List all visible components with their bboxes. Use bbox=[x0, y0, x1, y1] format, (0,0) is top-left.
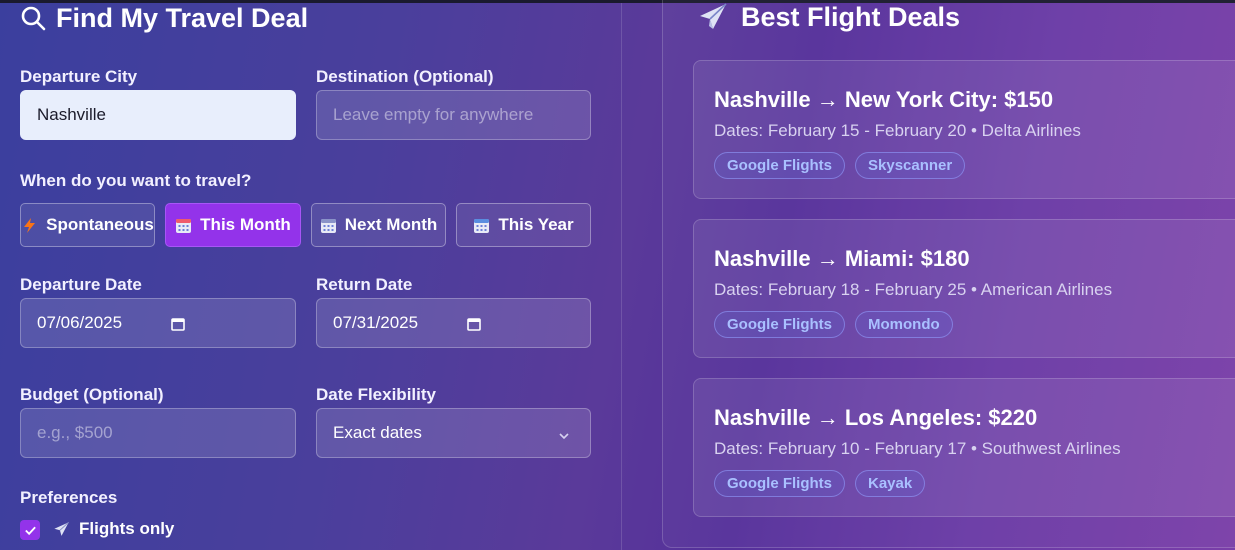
departure-date-value[interactable]: 07/06/2025 bbox=[37, 313, 122, 333]
flexibility-select[interactable]: Exact dates bbox=[316, 408, 591, 458]
departure-city-label: Departure City bbox=[20, 67, 138, 86]
option-spontaneous-button[interactable]: Spontaneous bbox=[20, 203, 155, 247]
deal-sources: Google Flights Momondo bbox=[714, 311, 953, 338]
option-label: This Year bbox=[498, 215, 574, 234]
deal-sources: Google Flights Kayak bbox=[714, 470, 926, 497]
return-date-label: Return Date bbox=[316, 275, 413, 294]
deal-route: Nashville → Miami: $180 bbox=[714, 246, 970, 271]
lightning-icon bbox=[21, 217, 38, 234]
airplane-icon bbox=[52, 520, 71, 539]
deal-route: Nashville → Los Angeles: $220 bbox=[714, 405, 1038, 430]
calendar-icon bbox=[175, 217, 192, 234]
return-date-field[interactable]: 07/31/2025 bbox=[316, 298, 591, 348]
panel-divider bbox=[621, 3, 622, 550]
deal-sources: Google Flights Skyscanner bbox=[714, 152, 966, 179]
source-tag[interactable]: Kayak bbox=[855, 470, 926, 497]
option-this-year-button[interactable]: This Year bbox=[456, 203, 591, 247]
deal-meta: Dates: February 10 - February 17 • South… bbox=[714, 439, 1121, 458]
when-label: When do you want to travel? bbox=[20, 171, 252, 190]
departure-date-field[interactable]: 07/06/2025 bbox=[20, 298, 296, 348]
flexibility-value: Exact dates bbox=[333, 423, 422, 442]
chevron-down-icon bbox=[558, 427, 570, 440]
option-label: Spontaneous bbox=[46, 215, 154, 234]
calendar-icon bbox=[473, 217, 490, 234]
source-tag[interactable]: Google Flights bbox=[714, 470, 845, 497]
destination-input[interactable] bbox=[333, 105, 574, 125]
flights-only-text: Flights only bbox=[79, 519, 175, 538]
flights-only-label[interactable]: Flights only bbox=[52, 519, 174, 539]
deal-meta: Dates: February 15 - February 20 • Delta… bbox=[714, 121, 1081, 140]
checkmark-icon bbox=[24, 526, 36, 535]
flights-only-checkbox[interactable] bbox=[20, 520, 40, 540]
source-tag[interactable]: Momondo bbox=[855, 311, 953, 338]
flexibility-label: Date Flexibility bbox=[316, 385, 436, 404]
deal-card[interactable]: Nashville → New York City: $150 Dates: F… bbox=[693, 60, 1235, 199]
source-tag[interactable]: Google Flights bbox=[714, 311, 845, 338]
calendar-icon bbox=[320, 217, 337, 234]
deal-card[interactable]: Nashville → Miami: $180 Dates: February … bbox=[693, 219, 1235, 358]
budget-field[interactable] bbox=[20, 408, 296, 458]
calendar-picker-icon[interactable] bbox=[467, 316, 481, 331]
search-icon bbox=[20, 5, 46, 31]
deal-card[interactable]: Nashville → Los Angeles: $220 Dates: Feb… bbox=[693, 378, 1235, 517]
results-title-text: Best Flight Deals bbox=[741, 1, 961, 32]
source-tag[interactable]: Skyscanner bbox=[855, 152, 966, 179]
search-title: Find My Travel Deal bbox=[20, 0, 308, 36]
search-panel: Find My Travel Deal Departure City Desti… bbox=[0, 0, 622, 550]
option-label: Next Month bbox=[344, 215, 438, 234]
departure-city-field[interactable] bbox=[20, 90, 296, 140]
destination-field[interactable] bbox=[316, 90, 591, 140]
budget-input[interactable] bbox=[37, 423, 279, 443]
airplane-icon bbox=[697, 1, 729, 33]
deal-route: Nashville → New York City: $150 bbox=[714, 87, 1054, 112]
preferences-label: Preferences bbox=[20, 488, 118, 507]
calendar-picker-icon[interactable] bbox=[171, 316, 185, 331]
results-title: Best Flight Deals bbox=[697, 0, 960, 34]
source-tag[interactable]: Google Flights bbox=[714, 152, 845, 179]
option-this-month-button[interactable]: This Month bbox=[165, 203, 301, 247]
destination-label: Destination (Optional) bbox=[316, 67, 494, 86]
return-date-value[interactable]: 07/31/2025 bbox=[333, 313, 418, 333]
deal-meta: Dates: February 18 - February 25 • Ameri… bbox=[714, 280, 1113, 299]
search-title-text: Find My Travel Deal bbox=[56, 2, 309, 33]
option-next-month-button[interactable]: Next Month bbox=[311, 203, 446, 247]
option-label: This Month bbox=[200, 215, 291, 234]
budget-label: Budget (Optional) bbox=[20, 385, 164, 404]
departure-date-label: Departure Date bbox=[20, 275, 142, 294]
departure-city-input[interactable] bbox=[37, 105, 279, 125]
